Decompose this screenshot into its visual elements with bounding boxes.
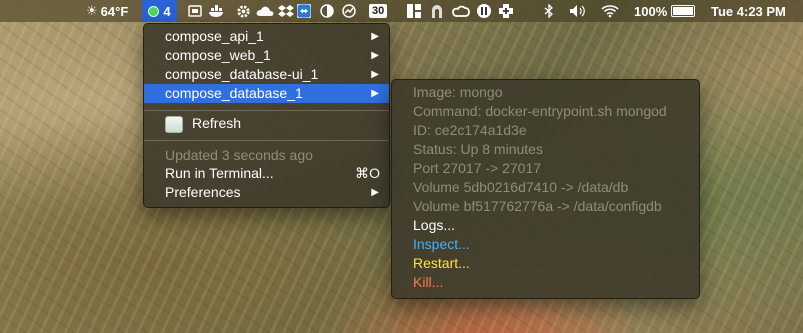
refresh-label: Refresh: [192, 115, 242, 131]
submenu-arrow-icon: ▶: [371, 88, 379, 99]
status-dot-icon: [148, 5, 160, 17]
menu-bar: ☀ 64°F 4 30 100% Tue 4:23 PM: [0, 0, 803, 22]
port-info: Port 27017 -> 27017: [413, 160, 542, 176]
battery-icon: [671, 5, 696, 17]
pause-icon[interactable]: [476, 0, 492, 22]
docker-status-item[interactable]: 4: [142, 0, 177, 22]
arch-icon[interactable]: [430, 0, 444, 22]
creative-cloud-icon[interactable]: [452, 0, 470, 22]
refresh-icon: [165, 116, 183, 133]
docker-menu: compose_api_1 ▶ compose_web_1 ▶ compose_…: [143, 23, 390, 208]
teamviewer-icon[interactable]: [297, 0, 311, 22]
calendar-day: 30: [369, 4, 388, 18]
preferences-item[interactable]: Preferences ▶: [144, 183, 389, 202]
submenu-arrow-icon: ▶: [371, 187, 379, 198]
container-details-submenu: Image: mongo Command: docker-entrypoint.…: [391, 79, 700, 299]
dropbox-icon[interactable]: [278, 0, 294, 22]
run-shortcut: ⌘O: [355, 165, 380, 181]
menu-divider: [144, 140, 389, 141]
settings-gear-icon[interactable]: [236, 0, 251, 22]
container-label: compose_database-ui_1: [165, 66, 319, 82]
container-label: compose_api_1: [165, 28, 264, 44]
id-info: ID: ce2c174a1d3e: [413, 122, 527, 138]
run-in-terminal-item[interactable]: Run in Terminal... ⌘O: [144, 164, 389, 183]
clock[interactable]: Tue 4:23 PM: [711, 0, 786, 22]
battery-status[interactable]: 100%: [634, 0, 696, 22]
container-item-database-ui[interactable]: compose_database-ui_1 ▶: [144, 65, 389, 84]
submenu-arrow-icon: ▶: [371, 69, 379, 80]
kill-item[interactable]: Kill...: [392, 273, 699, 292]
container-label: compose_web_1: [165, 47, 271, 63]
docker-whale-icon[interactable]: [208, 0, 226, 22]
status-info: Status: Up 8 minutes: [413, 141, 543, 157]
submenu-arrow-icon: ▶: [371, 31, 379, 42]
dashboard-icon[interactable]: [188, 0, 202, 22]
battery-percent: 100%: [634, 3, 668, 19]
container-item-web[interactable]: compose_web_1 ▶: [144, 46, 389, 65]
run-label: Run in Terminal...: [165, 165, 274, 181]
volume-icon[interactable]: [569, 0, 587, 22]
volume-info-db: Volume 5db0216d7410 -> /data/db: [413, 179, 629, 195]
logs-item[interactable]: Logs...: [392, 216, 699, 235]
container-count: 4: [163, 3, 171, 19]
cloud-icon[interactable]: [256, 0, 274, 22]
half-circle-icon[interactable]: [320, 0, 334, 22]
window-grid-icon[interactable]: [407, 0, 421, 22]
restart-item[interactable]: Restart...: [392, 254, 699, 273]
weather-status-item[interactable]: ☀ 64°F: [86, 0, 128, 22]
submenu-arrow-icon: ▶: [371, 50, 379, 61]
container-item-api[interactable]: compose_api_1 ▶: [144, 27, 389, 46]
plus-cross-icon[interactable]: [498, 0, 514, 22]
refresh-item[interactable]: Refresh: [144, 114, 389, 133]
preferences-label: Preferences: [165, 184, 241, 200]
volume-info-configdb: Volume bf517762776a -> /data/configdb: [413, 198, 662, 214]
updated-status: Updated 3 seconds ago: [165, 147, 313, 163]
inspect-item[interactable]: Inspect...: [392, 235, 699, 254]
command-info: Command: docker-entrypoint.sh mongod: [413, 103, 667, 119]
sun-icon: ☀: [86, 3, 98, 18]
bluetooth-icon[interactable]: [544, 0, 554, 22]
container-label: compose_database_1: [165, 85, 303, 101]
activity-chart-icon[interactable]: [342, 0, 356, 22]
container-item-database[interactable]: compose_database_1 ▶: [144, 84, 389, 103]
calendar-badge[interactable]: 30: [369, 0, 388, 22]
image-info: Image: mongo: [413, 84, 503, 100]
menu-divider: [144, 110, 389, 111]
temperature-label: 64°F: [100, 3, 129, 19]
wifi-icon[interactable]: [601, 0, 619, 22]
